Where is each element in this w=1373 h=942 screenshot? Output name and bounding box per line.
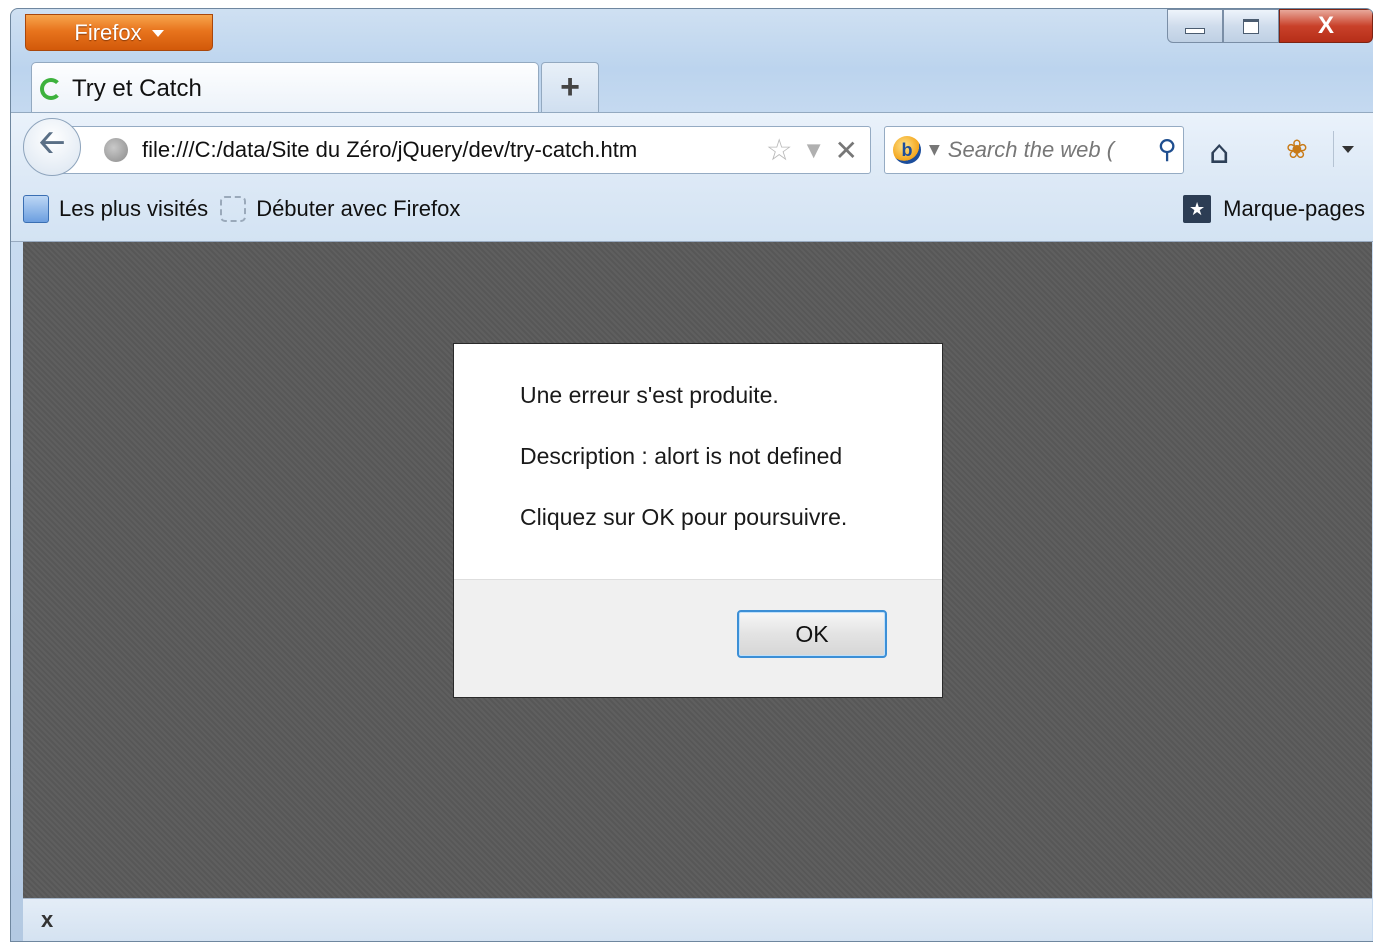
home-icon[interactable]: ⌂ xyxy=(1209,133,1229,171)
url-bar[interactable]: file:///C:/data/Site du Zéro/jQuery/dev/… xyxy=(61,126,871,174)
close-status-icon[interactable]: x xyxy=(41,907,53,933)
dialog-line-instruction: Cliquez sur OK pour poursuivre. xyxy=(520,504,848,530)
toolbar-menu-dropdown[interactable] xyxy=(1333,131,1362,167)
chevron-down-icon xyxy=(1342,145,1354,153)
alert-dialog: Une erreur s'est produite. Description :… xyxy=(453,343,943,698)
window-left-edge xyxy=(11,242,23,941)
status-bar: x xyxy=(23,898,1372,941)
minimize-icon xyxy=(1185,28,1205,34)
loading-spinner-icon xyxy=(40,77,62,100)
page-icon xyxy=(220,196,247,222)
tab-try-et-catch[interactable]: Try et Catch xyxy=(31,62,539,114)
bookmarks-icon: ★ xyxy=(1183,195,1212,223)
bookmark-label: Les plus visités xyxy=(59,196,209,221)
url-text[interactable]: file:///C:/data/Site du Zéro/jQuery/dev/… xyxy=(142,137,766,163)
tab-title: Try et Catch xyxy=(72,74,202,102)
bookmark-most-visited[interactable]: Les plus visités xyxy=(23,195,208,223)
firefox-menu-label: Firefox xyxy=(74,19,142,45)
minimize-button[interactable] xyxy=(1167,9,1223,43)
addon-bug-icon[interactable]: ❀ xyxy=(1286,135,1308,165)
dialog-line-description: Description : alort is not defined xyxy=(520,443,843,469)
firefox-menu-button[interactable]: Firefox xyxy=(25,14,213,51)
dialog-message: Une erreur s'est produite. Description :… xyxy=(454,344,942,580)
stop-icon[interactable]: ✕ xyxy=(835,134,858,167)
maximize-icon xyxy=(1243,18,1259,34)
bookmarks-menu-button[interactable]: ★ Marque-pages xyxy=(1183,195,1365,223)
close-icon: X xyxy=(1317,12,1334,39)
bookmark-star-icon[interactable]: ☆ xyxy=(766,133,793,168)
back-button[interactable]: 🡠 xyxy=(23,118,81,176)
search-icon[interactable]: ⚲ xyxy=(1151,135,1183,165)
bing-icon[interactable]: b xyxy=(893,136,921,164)
most-visited-icon xyxy=(23,195,49,223)
browser-window: Firefox X Try et Catch + 🡠 file:///C:/da… xyxy=(10,8,1373,942)
dialog-footer: OK xyxy=(454,579,942,697)
navigation-toolbar: 🡠 file:///C:/data/Site du Zéro/jQuery/de… xyxy=(11,112,1373,178)
window-controls: X xyxy=(1167,9,1373,43)
ok-button[interactable]: OK xyxy=(737,610,887,658)
bookmarks-menu-label: Marque-pages xyxy=(1223,196,1365,221)
back-arrow-icon: 🡠 xyxy=(39,123,65,161)
url-bar-icons: ☆ ▼ ✕ xyxy=(766,133,858,168)
bookmark-getting-started[interactable]: Débuter avec Firefox xyxy=(220,196,460,222)
bookmark-label: Débuter avec Firefox xyxy=(256,196,461,221)
search-bar[interactable]: b ▼ Search the web ( ⚲ xyxy=(884,126,1184,174)
bookmarks-toolbar: Les plus visités Débuter avec Firefox ★ … xyxy=(11,177,1373,242)
search-input[interactable]: Search the web ( xyxy=(948,137,1151,163)
close-window-button[interactable]: X xyxy=(1279,9,1373,43)
maximize-button[interactable] xyxy=(1223,9,1279,43)
new-tab-button[interactable]: + xyxy=(541,62,599,112)
url-history-dropdown-icon[interactable]: ▼ xyxy=(807,140,821,161)
site-identity-icon[interactable] xyxy=(104,138,128,162)
page-content-overlay: Une erreur s'est produite. Description :… xyxy=(23,242,1372,898)
dialog-line-error: Une erreur s'est produite. xyxy=(520,382,779,408)
search-engine-dropdown-icon[interactable]: ▼ xyxy=(929,142,940,158)
chevron-down-icon xyxy=(151,30,164,37)
